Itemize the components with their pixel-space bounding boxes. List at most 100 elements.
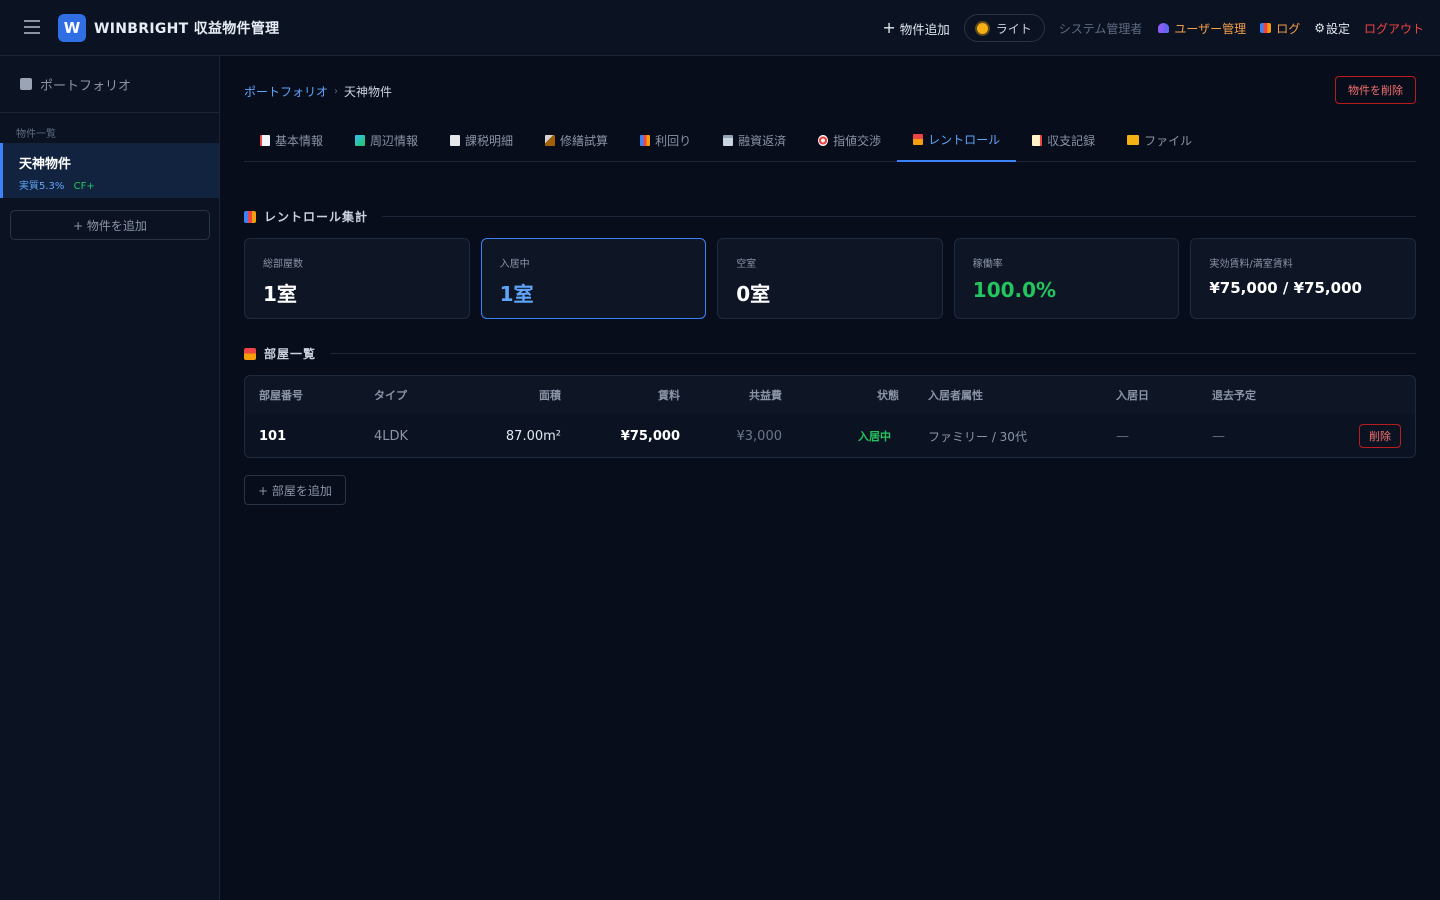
memo-icon — [260, 134, 270, 146]
sidebar-add-property-button[interactable]: + 物件を追加 — [10, 210, 210, 240]
header-nav: + 物件追加 ライト システム管理者 ユーザー管理 ログ ⚙ 設定 ログアウト — [882, 0, 1424, 56]
log-link[interactable]: ログ — [1260, 20, 1300, 37]
col-type: タイプ — [374, 389, 407, 402]
col-move-in: 入居日 — [1116, 389, 1149, 402]
tab-label: 利回り — [655, 133, 692, 148]
tab-rent-roll[interactable]: レントロール — [897, 118, 1017, 162]
user-management-link[interactable]: ユーザー管理 — [1158, 20, 1246, 37]
settings-label: 設定 — [1325, 21, 1350, 36]
property-meta: 実質5.3% CF+ — [19, 177, 219, 192]
tab-label: 修繕試算 — [560, 133, 609, 148]
app-title: WINBRIGHT 収益物件管理 — [94, 21, 280, 37]
breadcrumb-current: 天神物件 — [344, 85, 393, 99]
card-label: 実効賃料/満室賃料 — [1209, 259, 1293, 270]
user-role: システム管理者 — [1058, 21, 1143, 36]
tab-tax-details[interactable]: 課税明細 — [434, 118, 529, 162]
property-name: 天神物件 — [19, 157, 72, 172]
property-yield: 実質5.3% — [19, 181, 65, 192]
rooms-table: 部屋番号 タイプ 面積 賃料 共益費 状態 入居者属性 入居日 退去予定 101… — [244, 375, 1416, 458]
add-property-label: 物件追加 — [899, 21, 950, 37]
summary-cards: 総部屋数 1室 入居中 1室 空室 0室 稼働率 100.0% 実効賃料/満室賃… — [244, 238, 1416, 319]
tenant-attribute: ファミリー / 30代 — [928, 429, 1027, 444]
top-header: W WINBRIGHT 収益物件管理 + 物件追加 ライト システム管理者 ユー… — [0, 0, 1440, 56]
sidebar-title: ポートフォリオ — [40, 78, 132, 94]
chevron-right-icon: › — [334, 86, 339, 97]
document-icon — [1032, 134, 1043, 146]
room-number: 101 — [259, 428, 287, 444]
house-icon — [913, 133, 924, 145]
table-header: 部屋番号 タイプ 面積 賃料 共益費 状態 入居者属性 入居日 退去予定 — [245, 376, 1415, 414]
room-area: 87.00m² — [505, 428, 561, 444]
delete-property-button[interactable]: 物件を削除 — [1335, 76, 1416, 104]
col-tenant: 入居者属性 — [928, 389, 983, 402]
gear-icon: ⚙ — [1314, 21, 1325, 35]
property-list-label: 物件一覧 — [16, 129, 56, 140]
card-total-rooms: 総部屋数 1室 — [244, 238, 470, 319]
theme-toggle-label: ライト — [995, 21, 1032, 36]
card-vacant: 空室 0室 — [717, 238, 943, 319]
add-room-button[interactable]: + 部屋を追加 — [244, 475, 346, 505]
tab-income-records[interactable]: 収支記録 — [1016, 118, 1111, 162]
tab-repair-estimate[interactable]: 修繕試算 — [529, 118, 624, 162]
delete-room-button[interactable]: 削除 — [1359, 424, 1401, 448]
col-room-number: 部屋番号 — [259, 389, 303, 402]
col-area: 面積 — [539, 389, 561, 402]
card-label: 入居中 — [499, 259, 530, 270]
summary-section-header: レントロール集計 — [244, 208, 1416, 225]
divider — [382, 216, 1416, 217]
divider — [330, 353, 1416, 354]
house-icon — [244, 347, 256, 360]
settings-link[interactable]: ⚙ 設定 — [1314, 20, 1350, 37]
card-value: 1室 — [499, 282, 534, 306]
tab-label: ファイル — [1144, 133, 1193, 148]
status-badge: 入居中 — [858, 430, 891, 443]
card-value: 100.0% — [972, 278, 1057, 302]
log-label: ログ — [1276, 21, 1301, 36]
move-out-date: — — [1212, 428, 1225, 444]
tab-loan-repayment[interactable]: 融資返済 — [707, 118, 802, 162]
card-occupancy-rate: 稼働率 100.0% — [953, 238, 1180, 319]
sidebar: ポートフォリオ 物件一覧 天神物件 実質5.3% CF+ + 物件を追加 — [0, 56, 220, 900]
tab-label: レントロール — [928, 132, 1001, 147]
chart-icon — [640, 134, 651, 146]
move-in-date: — — [1116, 428, 1129, 444]
tab-label: 収支記録 — [1047, 133, 1096, 148]
col-rent: 賃料 — [658, 389, 680, 402]
tab-label: 基本情報 — [275, 133, 324, 148]
folder-icon — [1127, 135, 1140, 145]
room-rent: ¥75,000 — [620, 428, 680, 444]
card-value: ¥75,000 / ¥75,000 — [1209, 279, 1362, 297]
room-fee: ¥3,000 — [736, 428, 783, 444]
tab-yield[interactable]: 利回り — [624, 118, 707, 162]
tab-price-negotiation[interactable]: 指値交渉 — [802, 118, 897, 162]
card-occupied: 入居中 1室 — [480, 238, 707, 319]
table-row[interactable]: 101 4LDK 87.00m² ¥75,000 ¥3,000 入居中 ファミリ… — [245, 414, 1415, 457]
tab-label: 融資返済 — [738, 133, 787, 148]
hamburger-menu-icon[interactable] — [24, 20, 40, 36]
card-label: 空室 — [736, 259, 757, 270]
tab-basic-info[interactable]: 基本情報 — [244, 118, 339, 162]
target-icon — [818, 134, 829, 146]
sidebar-property-item[interactable]: 天神物件 実質5.3% CF+ — [0, 143, 219, 198]
card-effective-rent: 実効賃料/満室賃料 ¥75,000 / ¥75,000 — [1190, 238, 1416, 319]
card-value: 1室 — [263, 282, 297, 306]
rooms-title: 部屋一覧 — [264, 347, 317, 361]
hammer-icon — [545, 134, 556, 146]
receipt-icon — [450, 134, 461, 146]
rooms-section-header: 部屋一覧 — [244, 345, 1416, 362]
building-icon — [20, 78, 32, 90]
logout-link[interactable]: ログアウト — [1364, 20, 1424, 37]
col-fee: 共益費 — [749, 389, 782, 402]
tab-label: 周辺情報 — [370, 133, 419, 148]
summary-title: レントロール集計 — [264, 210, 369, 224]
theme-toggle-button[interactable]: ライト — [963, 14, 1045, 42]
add-property-button[interactable]: + 物件追加 — [882, 19, 949, 38]
chart-icon — [1260, 23, 1272, 33]
card-label: 総部屋数 — [263, 259, 303, 270]
tab-files[interactable]: ファイル — [1111, 118, 1208, 162]
bank-icon — [723, 134, 734, 146]
sidebar-header: ポートフォリオ — [0, 56, 219, 113]
tab-surroundings[interactable]: 周辺情報 — [339, 118, 434, 162]
breadcrumb-root-link[interactable]: ポートフォリオ — [244, 83, 328, 100]
property-cf-badge: CF+ — [73, 181, 95, 192]
